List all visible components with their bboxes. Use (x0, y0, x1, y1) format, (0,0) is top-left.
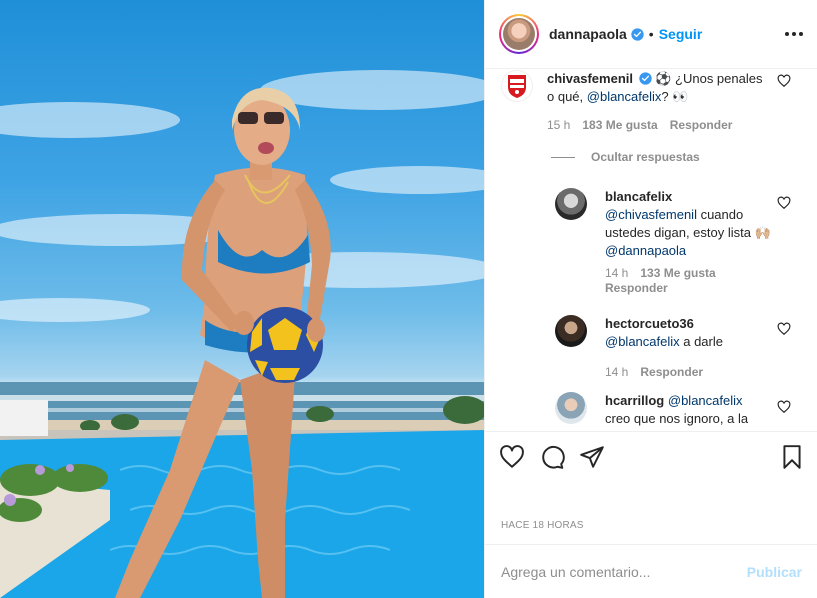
replier-username[interactable]: hectorcueto36 (605, 316, 694, 331)
comment-like-icon[interactable] (777, 74, 791, 88)
author-username[interactable]: dannapaola (549, 26, 627, 42)
author-avatar[interactable] (499, 14, 539, 54)
hide-replies-toggle[interactable]: Ocultar respuestas (551, 150, 700, 164)
mention-link[interactable]: @blancafelix (605, 334, 680, 349)
post-actions-bar (485, 431, 817, 481)
reply-likes[interactable]: 133 Me gusta (640, 266, 715, 281)
mention-link[interactable]: @dannapaola (605, 243, 686, 258)
reply-button[interactable]: Responder (640, 363, 703, 381)
reply-item: blancafelix @chivasfemenil cuando ustede… (555, 188, 775, 296)
reply-like-icon[interactable] (777, 196, 791, 210)
comment-likes[interactable]: 183 Me gusta (582, 116, 657, 134)
comment-text-end: ? 👀 (661, 89, 689, 104)
reply-time[interactable]: 14 h (605, 266, 628, 281)
mention-link[interactable]: @blancafelix (668, 393, 743, 408)
post-timestamp[interactable]: HACE 18 HORAS (501, 520, 584, 531)
follow-button[interactable]: Seguir (659, 26, 703, 42)
replier-avatar[interactable] (555, 315, 587, 347)
replier-username[interactable]: blancafelix (605, 189, 672, 204)
publish-button[interactable]: Publicar (747, 564, 802, 580)
reply-like-icon[interactable] (777, 322, 791, 336)
save-bookmark-icon[interactable] (779, 444, 805, 470)
replier-avatar[interactable] (555, 392, 587, 424)
reply-text: a darle (679, 334, 723, 349)
post-side-panel: dannapaola • Seguir chivasfemenil ⚽ ¿Uno… (484, 0, 817, 598)
like-heart-icon[interactable] (499, 444, 525, 470)
commenter-avatar[interactable] (501, 70, 533, 102)
reply-text: creo que nos ignoro, a la (605, 411, 749, 426)
replier-username[interactable]: hcarrillog (605, 393, 664, 408)
comment-time[interactable]: 15 h (547, 116, 570, 134)
reply-like-icon[interactable] (777, 400, 791, 414)
add-comment-bar: Publicar (485, 544, 817, 598)
commenter-username[interactable]: chivasfemenil (547, 71, 633, 86)
more-options-icon[interactable] (782, 24, 806, 44)
comment-input[interactable] (501, 563, 747, 580)
mention-link[interactable]: @blancafelix (587, 89, 662, 104)
hide-replies-label: Ocultar respuestas (591, 150, 700, 164)
comments-list[interactable]: chivasfemenil ⚽ ¿Unos penales o qué, @bl… (485, 70, 817, 430)
separator-dot: • (648, 26, 654, 42)
post-header: dannapaola • Seguir (485, 0, 817, 69)
reply-button[interactable]: Responder (605, 281, 775, 296)
reply-time[interactable]: 14 h (605, 363, 628, 381)
replies-divider (551, 156, 575, 158)
post-photo (0, 0, 484, 598)
mention-link[interactable]: @chivasfemenil (605, 207, 697, 222)
share-paper-plane-icon[interactable] (579, 444, 605, 470)
comment-item: chivasfemenil ⚽ ¿Unos penales o qué, @bl… (501, 70, 767, 134)
photo-illustration (0, 70, 484, 598)
verified-badge-icon (631, 27, 644, 41)
reply-button[interactable]: Responder (670, 116, 733, 134)
replier-avatar[interactable] (555, 188, 587, 220)
comment-bubble-icon[interactable] (539, 444, 565, 470)
chivas-crest-icon (508, 75, 526, 98)
reply-item: hcarrillog @blancafelix creo que nos ign… (555, 392, 775, 428)
verified-badge-icon (638, 72, 652, 85)
reply-item: hectorcueto36 @blancafelix a darle 14 h … (555, 315, 775, 381)
